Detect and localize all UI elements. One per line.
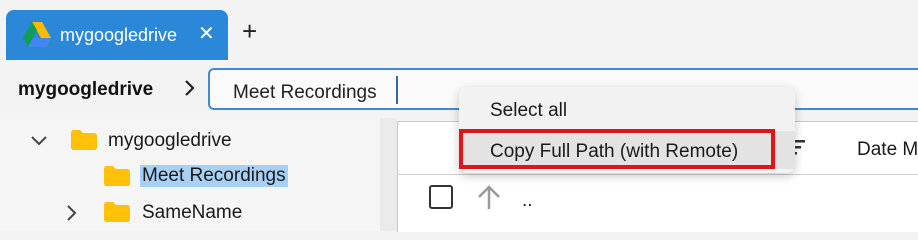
- tab-mygoogledrive[interactable]: mygoogledrive ✕: [6, 10, 228, 60]
- tree-item-label: Meet Recordings: [140, 165, 288, 187]
- folder-icon: [104, 202, 130, 222]
- tree-item-meet-recordings[interactable]: Meet Recordings: [0, 162, 380, 192]
- breadcrumb-root[interactable]: mygoogledrive: [18, 79, 153, 101]
- tree-item-label: SameName: [142, 202, 243, 223]
- tree-item-mygoogledrive[interactable]: mygoogledrive: [0, 126, 380, 156]
- menu-item-label: Select all: [490, 100, 568, 121]
- path-input-value: Meet Recordings: [233, 82, 377, 103]
- column-header-date[interactable]: Date M: [857, 139, 918, 161]
- chevron-right-icon[interactable]: [184, 78, 196, 98]
- folder-tree: mygoogledrive Meet Recordings SameName: [0, 118, 380, 231]
- google-drive-icon: [23, 22, 51, 47]
- arrow-up-icon: [478, 185, 500, 209]
- close-icon[interactable]: ✕: [198, 22, 215, 46]
- tab-label: mygoogledrive: [60, 25, 178, 45]
- row-checkbox[interactable]: [429, 185, 453, 209]
- chevron-right-icon[interactable]: [62, 204, 80, 222]
- text-caret: [396, 76, 398, 104]
- tree-item-samename[interactable]: SameName: [0, 198, 380, 228]
- folder-icon: [104, 166, 130, 186]
- tab-strip: mygoogledrive ✕ +: [0, 0, 918, 60]
- parent-folder-row[interactable]: ..: [522, 190, 533, 212]
- menu-item-select-all[interactable]: Select all: [459, 90, 795, 128]
- new-tab-button[interactable]: +: [242, 18, 257, 44]
- chevron-down-icon[interactable]: [30, 132, 48, 150]
- tree-item-label: mygoogledrive: [108, 130, 232, 151]
- pane-splitter[interactable]: [380, 118, 397, 231]
- folder-icon: [71, 130, 97, 150]
- highlight-annotation: [459, 129, 775, 169]
